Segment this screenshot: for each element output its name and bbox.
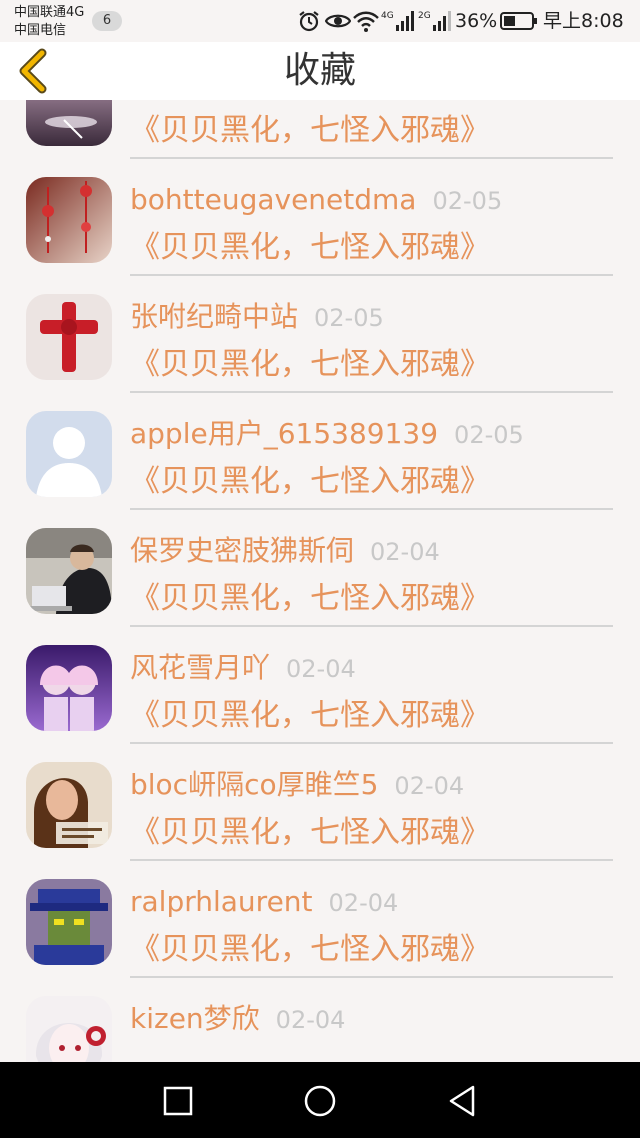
user-name: bloc岍隔co厚睢竺5 <box>130 768 379 801</box>
post-date: 02-04 <box>275 1006 346 1034</box>
svg-text:4G: 4G <box>381 11 394 21</box>
list-item[interactable]: apple用户_615389139 02-05 《贝贝黑化，七怪入邪魂》 <box>0 392 640 510</box>
user-name: 风花雪月吖 <box>130 651 271 684</box>
user-name: bohtteugavenetdma <box>130 183 417 216</box>
home-icon <box>304 1085 336 1117</box>
list-item[interactable]: bohtteugavenetdma 02-05 《贝贝黑化，七怪入邪魂》 <box>0 158 640 276</box>
post-date: 02-05 <box>314 304 384 332</box>
user-name: ralprhlaurent <box>130 885 313 918</box>
list-item[interactable]: szhimonerochea02-05 《贝贝黑化，七怪入邪魂》 <box>0 100 640 159</box>
recent-apps-icon <box>163 1086 193 1116</box>
avatar[interactable] <box>26 645 112 731</box>
system-nav-bar <box>0 1062 640 1138</box>
list-item[interactable]: 风花雪月吖 02-04 《贝贝黑化，七怪入邪魂》 <box>0 626 640 744</box>
post-date: 02-04 <box>328 889 399 917</box>
recent-apps-button[interactable] <box>156 1079 200 1123</box>
content-title: 《贝贝黑化，七怪入邪魂》 <box>130 464 490 499</box>
avatar[interactable] <box>26 762 112 848</box>
content-title: 《贝贝黑化，七怪入邪魂》 <box>130 698 490 733</box>
wifi-icon <box>353 11 379 32</box>
list-item[interactable]: bloc岍隔co厚睢竺5 02-04 《贝贝黑化，七怪入邪魂》 <box>0 743 640 861</box>
avatar[interactable] <box>26 879 112 965</box>
content-title: 《贝贝黑化，七怪入邪魂》 <box>130 347 490 382</box>
avatar[interactable] <box>26 528 112 614</box>
list-item[interactable]: 张咐纪畸中站 02-05 《贝贝黑化，七怪入邪魂》 <box>0 275 640 393</box>
status-bar: 中国联通4G 中国电信 6 4G 2G 36% 早上8:08 <box>0 0 640 42</box>
user-name: kizen梦欣 <box>130 1002 260 1035</box>
post-date: 02-05 <box>432 187 503 215</box>
carrier-1-label: 中国联通4G <box>14 5 85 20</box>
clock: 早上8:08 <box>543 10 624 32</box>
post-date: 02-04 <box>286 655 356 683</box>
user-name: 张咐纪畸中站 <box>130 300 299 333</box>
content-title: 《贝贝黑化，七怪入邪魂》 <box>130 815 490 850</box>
content-title: 《贝贝黑化，七怪入邪魂》 <box>130 581 490 616</box>
page-title: 收藏 <box>283 50 356 91</box>
svg-text:2G: 2G <box>418 11 431 21</box>
eye-icon <box>325 14 351 28</box>
post-date: 02-04 <box>394 772 465 800</box>
content-title: 《贝贝黑化，七怪入邪魂》 <box>130 113 490 148</box>
list-item[interactable]: kizen梦欣 02-04 <box>0 977 640 1062</box>
list-item[interactable]: 保罗史密肢狒斯伺 02-04 《贝贝黑化，七怪入邪魂》 <box>0 509 640 627</box>
content-title: 《贝贝黑化，七怪入邪魂》 <box>130 932 490 967</box>
user-name: apple用户_615389139 <box>130 417 439 450</box>
avatar[interactable] <box>26 294 112 380</box>
favorites-list: szhimonerochea02-05 《贝贝黑化，七怪入邪魂》 bohtteu… <box>0 100 640 1062</box>
content-title: 《贝贝黑化，七怪入邪魂》 <box>130 230 490 265</box>
avatar[interactable] <box>26 411 112 497</box>
alarm-icon <box>299 11 319 32</box>
user-name: 保罗史密肢狒斯伺 <box>130 534 355 567</box>
battery-icon <box>500 12 537 30</box>
home-button[interactable] <box>298 1079 342 1123</box>
battery-percent: 36% <box>455 10 498 32</box>
back-nav-button[interactable] <box>440 1079 484 1123</box>
avatar[interactable] <box>26 100 112 146</box>
carrier-2-label: 中国电信 <box>14 23 67 38</box>
avatar[interactable] <box>26 177 112 263</box>
post-date: 02-05 <box>454 421 524 449</box>
avatar[interactable] <box>26 996 112 1062</box>
signal-4g-icon: 4G <box>381 11 414 31</box>
notification-count-badge: 6 <box>92 11 122 31</box>
back-icon <box>449 1085 475 1117</box>
signal-2g-icon: 2G <box>418 11 451 31</box>
list-item[interactable]: ralprhlaurent 02-04 《贝贝黑化，七怪入邪魂》 <box>0 860 640 978</box>
post-date: 02-04 <box>370 538 440 566</box>
app-header: 收藏 <box>0 42 640 100</box>
